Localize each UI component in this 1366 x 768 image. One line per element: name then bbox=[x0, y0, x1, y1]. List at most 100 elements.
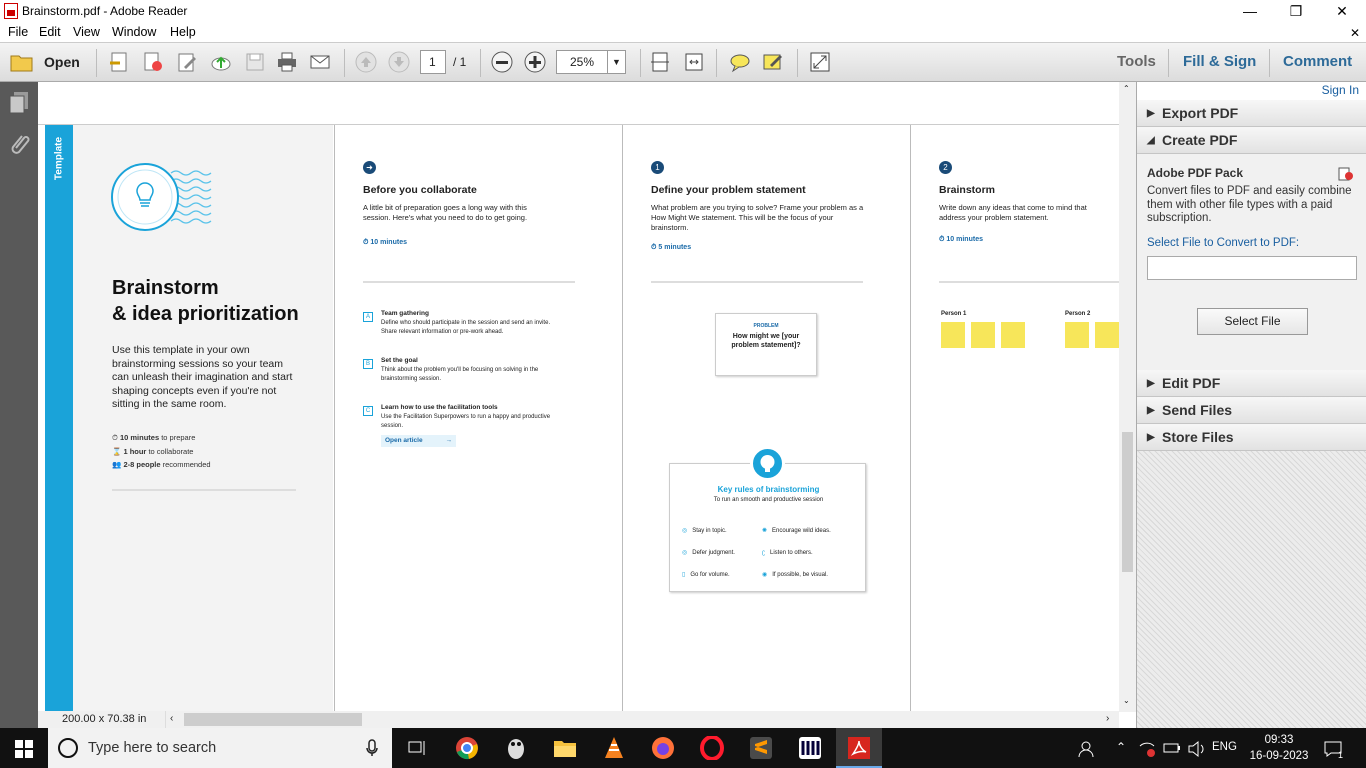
attachments-icon[interactable] bbox=[8, 132, 30, 161]
menu-window[interactable]: Window bbox=[112, 25, 156, 39]
vlc-icon[interactable] bbox=[602, 736, 626, 760]
export-pdf-header[interactable]: ▶ Export PDF bbox=[1137, 100, 1366, 127]
close-document-icon[interactable]: ✕ bbox=[1350, 26, 1360, 40]
toolbar: Open 1 / 1 25% ▼ Tools Fill & Sign Comme… bbox=[0, 42, 1366, 82]
file-explorer-icon[interactable] bbox=[553, 736, 577, 760]
vertical-scrollbar[interactable]: ⌃ ⌄ bbox=[1119, 82, 1136, 712]
zoom-select[interactable]: 25% ▼ bbox=[556, 50, 626, 74]
step-number-badge: 1 bbox=[651, 161, 664, 174]
step-item: B Set the goal Think about the problem y… bbox=[363, 357, 563, 404]
step-title: Learn how to use the facilitation tools bbox=[381, 404, 498, 411]
combine-files-icon[interactable] bbox=[142, 51, 164, 73]
menu-view[interactable]: View bbox=[73, 25, 100, 39]
comment-tab[interactable]: Comment bbox=[1283, 53, 1352, 70]
firefox-icon[interactable] bbox=[651, 736, 675, 760]
store-files-header[interactable]: ▶ Store Files bbox=[1137, 424, 1366, 451]
menu-help[interactable]: Help bbox=[170, 25, 196, 39]
highlight-text-icon[interactable] bbox=[762, 51, 784, 73]
document-viewport[interactable]: Template Brainstorm & idea prioritizatio… bbox=[38, 82, 1136, 728]
fit-width-icon[interactable] bbox=[683, 51, 705, 73]
zoom-out-icon[interactable] bbox=[491, 51, 513, 73]
network-disconnected-icon[interactable] bbox=[1138, 740, 1156, 761]
zoom-in-icon[interactable] bbox=[524, 51, 546, 73]
create-pdf-header[interactable]: ◢ Create PDF bbox=[1137, 127, 1366, 154]
rules-left-list: ◎ Stay in topic. ◎ Defer judgment. ▯ Go … bbox=[682, 520, 735, 586]
language-indicator[interactable]: ENG bbox=[1212, 741, 1237, 753]
fit-page-icon[interactable] bbox=[649, 51, 671, 73]
time-estimate: ⏱ 5 minutes bbox=[651, 244, 692, 251]
column-define-problem: 1 Define your problem statement What pro… bbox=[622, 125, 910, 711]
step-letter: B bbox=[363, 359, 373, 369]
rules-subtitle: To run an smooth and productive session bbox=[713, 497, 824, 503]
section-desc: What problem are you trying to solve? Fr… bbox=[651, 203, 864, 232]
send-files-header[interactable]: ▶ Send Files bbox=[1137, 397, 1366, 424]
sublime-text-icon[interactable] bbox=[749, 736, 773, 760]
taskbar-search-box[interactable]: Type here to search bbox=[48, 728, 392, 768]
clock[interactable]: 09:33 16-09-2023 bbox=[1249, 732, 1309, 764]
scroll-down-icon[interactable]: ⌄ bbox=[1123, 696, 1130, 705]
page-thumbnails-icon[interactable] bbox=[8, 90, 30, 117]
miro-icon[interactable] bbox=[798, 736, 822, 760]
chevron-up-icon[interactable]: ⌃ bbox=[1116, 740, 1126, 754]
upload-cloud-icon[interactable] bbox=[210, 51, 232, 73]
tools-pane: Sign In ▶ Export PDF ◢ Create PDF Adobe PD… bbox=[1136, 82, 1366, 728]
empty-pane-area bbox=[1137, 451, 1366, 728]
sticky-note bbox=[1065, 322, 1089, 348]
open-article-link[interactable]: Open article → bbox=[381, 435, 456, 447]
microphone-icon[interactable] bbox=[366, 739, 378, 760]
chevron-down-icon[interactable]: ▼ bbox=[607, 51, 625, 73]
page-size-readout: 200.00 x 70.38 in bbox=[38, 711, 166, 728]
section-title: Define your problem statement bbox=[651, 184, 806, 196]
scroll-right-icon[interactable]: › bbox=[1106, 713, 1109, 724]
task-view-icon[interactable] bbox=[405, 736, 429, 760]
search-placeholder: Type here to search bbox=[88, 740, 217, 756]
menu-edit[interactable]: Edit bbox=[39, 25, 61, 39]
chrome-icon[interactable] bbox=[455, 736, 479, 760]
collapsed-triangle-icon: ▶ bbox=[1147, 378, 1155, 389]
open-folder-icon[interactable] bbox=[10, 51, 34, 73]
divider bbox=[939, 281, 1119, 283]
sign-in-bar: Sign In bbox=[1137, 82, 1366, 100]
lightbulb-icon bbox=[111, 161, 221, 239]
save-icon[interactable] bbox=[244, 51, 266, 73]
windows-start-icon[interactable] bbox=[15, 740, 33, 761]
step-desc: Use the Facilitation Superpowers to run … bbox=[381, 414, 551, 429]
sticky-note-icon[interactable] bbox=[729, 51, 751, 73]
taskbar: Type here to search ⌃ ENG 09:33 16-09-20… bbox=[0, 728, 1366, 768]
opera-icon[interactable] bbox=[700, 735, 724, 761]
page-total: / 1 bbox=[453, 55, 467, 69]
menu-file[interactable]: File bbox=[8, 25, 28, 39]
page-number-input[interactable]: 1 bbox=[420, 50, 446, 74]
print-icon[interactable] bbox=[276, 51, 298, 73]
create-pdf-icon[interactable] bbox=[108, 51, 130, 73]
horizontal-scroll-thumb[interactable] bbox=[184, 713, 362, 726]
horizontal-scrollbar[interactable]: 200.00 x 70.38 in ‹ › bbox=[38, 711, 1119, 728]
open-button[interactable]: Open bbox=[44, 54, 80, 70]
close-button[interactable]: ✕ bbox=[1319, 0, 1365, 22]
people-icon[interactable] bbox=[1078, 740, 1096, 761]
column-brainstorm: 2 Brainstorm Write down any ideas that c… bbox=[910, 125, 1119, 711]
vertical-scroll-thumb[interactable] bbox=[1122, 432, 1133, 572]
fill-sign-tab[interactable]: Fill & Sign bbox=[1183, 53, 1256, 70]
minimize-button[interactable]: — bbox=[1227, 0, 1273, 22]
step-letter: C bbox=[363, 406, 373, 416]
file-path-input[interactable] bbox=[1147, 256, 1357, 280]
sign-in-link[interactable]: Sign In bbox=[1322, 83, 1359, 97]
previous-page-icon[interactable] bbox=[355, 51, 377, 73]
scroll-up-icon[interactable]: ⌃ bbox=[1123, 84, 1130, 93]
email-icon[interactable] bbox=[309, 51, 331, 73]
rule-item: ʗ Listen to others. bbox=[762, 550, 813, 556]
linux-penguin-icon[interactable] bbox=[504, 736, 528, 760]
restore-button[interactable]: ❐ bbox=[1273, 0, 1319, 22]
tools-tab[interactable]: Tools bbox=[1117, 53, 1156, 70]
edit-pdf-header[interactable]: ▶ Edit PDF bbox=[1137, 370, 1366, 397]
battery-icon[interactable] bbox=[1163, 741, 1181, 758]
adobe-reader-taskbar-button[interactable] bbox=[836, 728, 882, 768]
select-file-button[interactable]: Select File bbox=[1197, 308, 1308, 335]
full-screen-icon[interactable] bbox=[809, 51, 831, 73]
next-page-icon[interactable] bbox=[388, 51, 410, 73]
volume-icon[interactable] bbox=[1187, 740, 1207, 761]
scroll-left-icon[interactable]: ‹ bbox=[170, 713, 173, 724]
edit-document-icon[interactable] bbox=[176, 51, 198, 73]
meta-item: 👥 2-8 people recommended bbox=[112, 460, 211, 469]
